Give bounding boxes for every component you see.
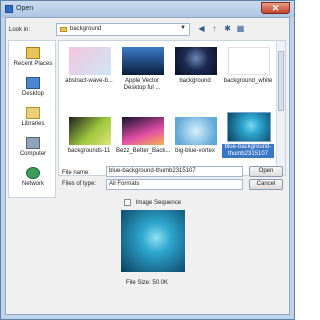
desktop-icon: [26, 77, 40, 89]
recent-places-icon: [26, 47, 40, 59]
thumbnail: [227, 112, 271, 142]
window-title: Open: [16, 5, 34, 12]
file-size-text: File Size: 50.0K: [126, 280, 169, 286]
file-name-input[interactable]: blue-background-thumb2315107: [106, 166, 243, 177]
files-of-type-label: Files of type:: [62, 181, 97, 187]
open-dialog-window: Open ✕ Look in: background ▼ ◀ ↑ ✱ ▦ Rec…: [0, 0, 295, 320]
file-item[interactable]: big-blue-vortex: [169, 113, 221, 165]
place-label: Network: [21, 181, 44, 187]
vertical-scrollbar[interactable]: [276, 41, 285, 175]
file-label: abstract-wave-b...: [65, 78, 113, 84]
app-icon: [5, 5, 13, 13]
place-label: Libraries: [21, 121, 45, 127]
back-button[interactable]: ◀: [196, 23, 207, 35]
new-folder-button[interactable]: ✱: [222, 23, 233, 35]
look-in-dropdown[interactable]: background ▼: [56, 23, 190, 36]
libraries-icon: [26, 107, 40, 119]
file-item[interactable]: backgrounds-11: [63, 113, 115, 165]
file-item[interactable]: background_white: [222, 43, 274, 95]
file-item-selected[interactable]: blue-background-thumb2315107: [222, 109, 274, 161]
open-button[interactable]: Open: [249, 166, 283, 177]
place-recent-places[interactable]: Recent Places: [9, 47, 57, 67]
network-icon: [26, 167, 40, 179]
thumbnail: [228, 47, 270, 75]
image-sequence-option[interactable]: Image Sequence: [124, 199, 181, 206]
place-network[interactable]: Network: [9, 167, 57, 187]
title-bar: Open ✕: [1, 1, 294, 17]
file-label: backgrounds-11: [67, 148, 111, 154]
look-in-value: background: [70, 26, 102, 32]
file-label: background: [179, 78, 211, 84]
place-label: Recent Places: [13, 61, 53, 67]
thumbnail: [122, 47, 164, 75]
places-bar: Recent Places Desktop Libraries Computer…: [8, 40, 56, 198]
thumbnail: [69, 117, 111, 145]
thumbnail: [175, 117, 217, 145]
file-label: Apple Vector Desktop ful ...: [123, 78, 161, 91]
cancel-button[interactable]: Cancel: [249, 179, 283, 190]
look-in-label: Look in:: [9, 27, 31, 33]
thumbnail: [175, 47, 217, 75]
image-sequence-checkbox[interactable]: [124, 199, 131, 206]
chevron-down-icon: ▼: [180, 25, 186, 31]
file-item[interactable]: background: [169, 43, 221, 95]
file-label: big-blue-vortex: [175, 148, 215, 154]
place-label: Computer: [19, 151, 47, 157]
place-libraries[interactable]: Libraries: [9, 107, 57, 127]
thumbnail: [69, 47, 111, 75]
file-list[interactable]: abstract-wave-b... Apple Vector Desktop …: [58, 40, 286, 176]
place-label: Desktop: [21, 91, 44, 97]
file-label: blue-background-thumb2315107: [222, 144, 274, 158]
file-label: background_white: [223, 78, 273, 84]
views-menu-button[interactable]: ▦: [235, 23, 246, 35]
image-preview: [121, 210, 185, 272]
dialog-body: Look in: background ▼ ◀ ↑ ✱ ▦ Recent Pla…: [5, 17, 290, 315]
thumbnail: [122, 117, 164, 145]
image-sequence-label: Image Sequence: [135, 200, 182, 207]
file-label: Bezz_Better_Back...: [116, 148, 171, 154]
place-computer[interactable]: Computer: [9, 137, 57, 157]
files-of-type-dropdown[interactable]: All Formats: [106, 179, 243, 190]
folder-icon: [60, 27, 67, 32]
file-item[interactable]: Bezz_Better_Back...: [116, 113, 171, 165]
file-item[interactable]: Apple Vector Desktop ful ...: [116, 43, 168, 95]
file-item[interactable]: abstract-wave-b...: [63, 43, 115, 95]
computer-icon: [26, 137, 40, 149]
up-folder-button[interactable]: ↑: [209, 23, 220, 35]
close-button[interactable]: ✕: [261, 2, 290, 14]
scrollbar-thumb[interactable]: [278, 51, 284, 111]
file-name-label: File name:: [62, 170, 91, 176]
place-desktop[interactable]: Desktop: [9, 77, 57, 97]
